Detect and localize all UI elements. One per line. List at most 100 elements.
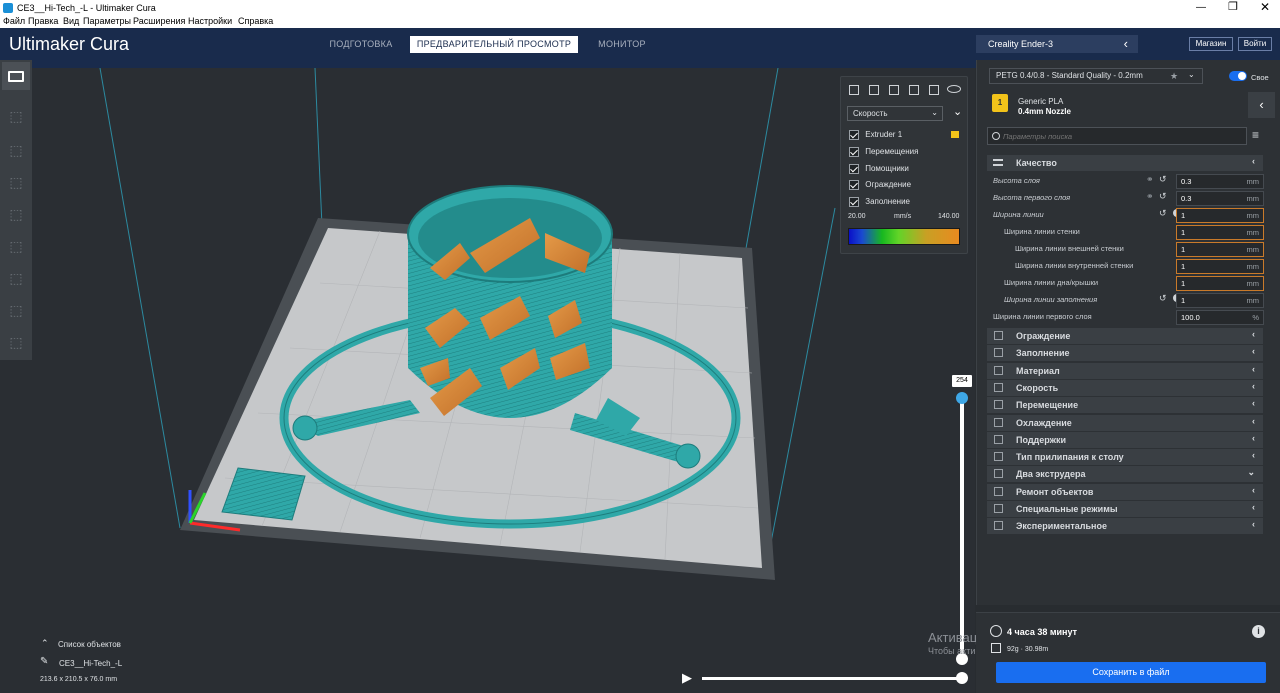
setting-input[interactable]: 1 mm xyxy=(1176,208,1264,223)
setting-input[interactable]: 1 mm xyxy=(1176,242,1264,257)
open-file-button[interactable] xyxy=(2,62,30,90)
menu-item[interactable]: Расширения xyxy=(133,16,185,26)
collapse-extruder-button[interactable]: ‹ xyxy=(1248,92,1275,118)
layer-top-handle[interactable] xyxy=(956,392,968,404)
chevron-icon: ‹ xyxy=(1252,329,1255,339)
mirror-tool-icon[interactable]: ⬚ xyxy=(4,200,28,228)
category-item[interactable]: Ремонт объектов ‹ xyxy=(987,483,1263,500)
view-front-icon[interactable] xyxy=(869,85,879,95)
per-model-settings-icon[interactable]: ⬚ xyxy=(4,232,28,260)
link-icon[interactable]: ⚭ xyxy=(1146,191,1154,202)
custom-mode-toggle[interactable] xyxy=(1229,71,1247,81)
close-icon[interactable]: ✕ xyxy=(1260,0,1270,14)
extruder-checkbox[interactable] xyxy=(849,130,859,140)
minimize-icon[interactable]: — xyxy=(1196,2,1206,13)
tab-monitor[interactable]: МОНИТОР xyxy=(586,36,658,53)
setting-label: Ширина линии стенки xyxy=(1004,227,1080,236)
category-item[interactable]: Специальные режимы ‹ xyxy=(987,501,1263,517)
category-item[interactable]: Материал ‹ xyxy=(987,362,1263,379)
info-icon[interactable]: i xyxy=(1252,625,1265,638)
chevron-down-icon: ⌄ xyxy=(931,108,938,117)
travels-label: Перемещения xyxy=(865,147,919,157)
setting-input[interactable]: 0.3 mm xyxy=(1176,174,1264,189)
printer-selector[interactable]: Creality Ender-3 ‹ xyxy=(976,35,1138,53)
move-tool-icon[interactable]: ⬚ xyxy=(4,102,28,130)
login-button[interactable]: Войти xyxy=(1238,37,1272,51)
menu-item[interactable]: Файл xyxy=(3,16,25,26)
layer-value-badge: 254 xyxy=(952,375,972,387)
maximize-icon[interactable]: ❐ xyxy=(1228,0,1238,13)
category-item[interactable]: Перемещение ‹ xyxy=(987,397,1263,414)
search-input[interactable] xyxy=(1003,130,1233,143)
view-3d-icon[interactable] xyxy=(849,85,859,95)
setting-input[interactable]: 0.3 mm xyxy=(1176,191,1264,206)
legend-min: 20.00 xyxy=(848,213,866,220)
profile-selector[interactable]: PETG 0.4/0.8 - Standard Quality - 0.2mm … xyxy=(989,68,1203,84)
view-left-icon[interactable] xyxy=(909,85,919,95)
reset-icon[interactable]: ↺ xyxy=(1159,293,1167,304)
link-icon[interactable]: ⚭ xyxy=(1146,174,1154,185)
scale-tool-icon[interactable]: ⬚ xyxy=(4,136,28,164)
menu-item[interactable]: Настройки xyxy=(188,16,232,26)
object-list-toggle[interactable]: Список объектов xyxy=(58,640,121,649)
view-item-infill[interactable]: Заполнение xyxy=(849,197,910,207)
category-item[interactable]: Ограждение ‹ xyxy=(987,328,1263,344)
view-top-icon[interactable] xyxy=(889,85,899,95)
category-item[interactable]: Заполнение ‹ xyxy=(987,345,1263,362)
category-item[interactable]: Скорость ‹ xyxy=(987,379,1263,396)
menu-icon[interactable]: ≡ xyxy=(1252,128,1259,142)
save-to-file-button[interactable]: Сохранить в файл xyxy=(996,662,1266,683)
reset-icon[interactable]: ↺ xyxy=(1159,174,1167,185)
category-item[interactable]: Охлаждение ‹ xyxy=(987,414,1263,431)
view-item-shell[interactable]: Ограждение xyxy=(849,180,911,190)
setting-input[interactable]: 1 mm xyxy=(1176,276,1264,291)
view-item-extruder[interactable]: Extruder 1 xyxy=(849,130,961,140)
reset-icon[interactable]: ↺ xyxy=(1159,208,1167,219)
menu-item[interactable]: Параметры xyxy=(83,16,131,26)
support-blocker-icon[interactable]: ⬚ xyxy=(4,264,28,292)
menu-item[interactable]: Правка xyxy=(28,16,58,26)
tab-preview[interactable]: ПРЕДВАРИТЕЛЬНЫЙ ПРОСМОТР xyxy=(410,36,578,53)
star-icon[interactable]: ★ xyxy=(1170,69,1178,83)
volume-edge xyxy=(767,207,836,559)
setting-input[interactable]: 100.0% xyxy=(1176,310,1264,325)
chevron-up-icon[interactable]: ⌃ xyxy=(41,638,49,649)
category-item[interactable]: Экспериментальное ‹ xyxy=(987,518,1263,535)
layer-slider[interactable]: 254 xyxy=(952,375,972,665)
category-item[interactable]: Тип прилипания к столу ‹ xyxy=(987,449,1263,466)
shop-button[interactable]: Магазин xyxy=(1189,37,1233,51)
play-icon[interactable]: ▶ xyxy=(682,670,692,686)
setting-input[interactable]: 1 mm xyxy=(1176,293,1264,308)
category-item[interactable]: Поддержки ‹ xyxy=(987,431,1263,448)
color-scheme-select[interactable]: Скорость ⌄ xyxy=(847,106,943,121)
view-right-icon[interactable] xyxy=(929,85,939,95)
custom-supports-icon[interactable]: ⬚ xyxy=(4,296,28,324)
view-eye-icon[interactable] xyxy=(947,85,961,93)
view-item-helpers[interactable]: Помощники xyxy=(849,164,909,174)
rotate-tool-icon[interactable]: ⬚ xyxy=(4,168,28,196)
helpers-checkbox[interactable] xyxy=(849,164,859,174)
tab-prepare[interactable]: ПОДГОТОВКА xyxy=(318,36,404,53)
menu-item[interactable]: Справка xyxy=(238,16,273,26)
category-quality[interactable]: Качество ‹ xyxy=(987,155,1263,171)
menu-item[interactable]: Вид xyxy=(63,16,79,26)
pencil-icon[interactable]: ✎ xyxy=(40,656,48,667)
view-item-travels[interactable]: Перемещения xyxy=(849,147,918,157)
category-item[interactable]: Два экструдера ⌄ xyxy=(987,466,1263,483)
setting-input[interactable]: 1 mm xyxy=(1176,225,1264,240)
object-name[interactable]: CE3__Hi-Tech_-L xyxy=(59,659,122,668)
infill-label: Заполнение xyxy=(865,197,910,207)
simulation-track[interactable] xyxy=(702,677,962,680)
travels-checkbox[interactable] xyxy=(849,147,859,157)
reset-icon[interactable]: ↺ xyxy=(1159,191,1167,202)
setting-input[interactable]: 1 mm xyxy=(1176,259,1264,274)
chevron-icon: ⌄ xyxy=(1247,467,1255,478)
cylinder-tool-icon[interactable]: ⬚ xyxy=(4,328,28,356)
shell-checkbox[interactable] xyxy=(849,180,859,190)
preview-viewport[interactable] xyxy=(0,68,975,693)
settings-search[interactable] xyxy=(987,127,1247,145)
setting-row: Высота слоя ⚭ ↺ 0.3 mm xyxy=(993,173,1273,190)
simulation-handle[interactable] xyxy=(956,672,968,684)
collapse-panel-icon[interactable]: ⌄ xyxy=(953,105,962,118)
infill-checkbox[interactable] xyxy=(849,197,859,207)
